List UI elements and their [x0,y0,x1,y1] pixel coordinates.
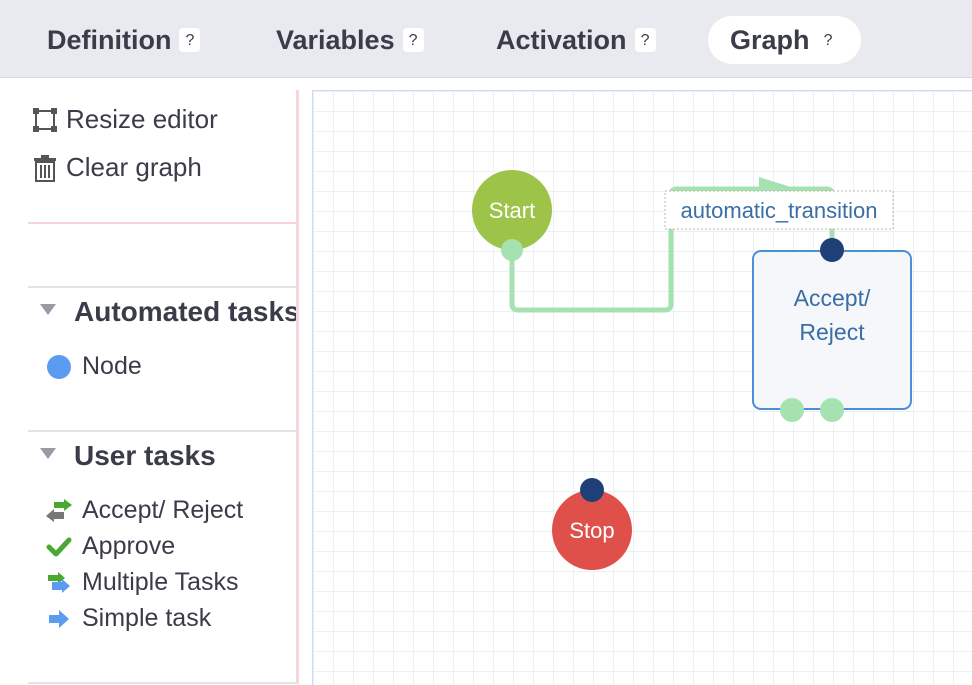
trash-icon [34,154,56,182]
tab-activation[interactable]: Activation ? [496,16,656,64]
resize-editor-label: Resize editor [66,104,218,134]
user-tasks-header[interactable]: User tasks [40,440,296,472]
tab-label: Graph [730,24,810,55]
stop-node-label: Stop [569,518,614,543]
graph-canvas[interactable]: automatic_transition Start Accept/ Rejec… [312,90,972,685]
tab-definition[interactable]: Definition ? [47,16,201,64]
clear-graph-button[interactable]: Clear graph [32,152,202,183]
sidebar-divider [296,90,299,684]
accept-reject-task-node[interactable]: Accept/ Reject [752,250,912,410]
resize-icon [33,107,57,132]
blue-circle-icon [47,354,71,379]
palette-item-approve[interactable]: Approve [46,532,175,561]
help-icon[interactable]: ? [179,28,201,52]
task-output-port-reject[interactable] [780,398,804,422]
tab-label: Definition [47,24,172,55]
tab-bar: Definition ? Variables ? Activation ? Gr… [0,0,972,78]
task-output-port-accept[interactable] [820,398,844,422]
multiple-tasks-arrows-icon [48,571,70,593]
help-icon[interactable]: ? [402,28,424,52]
start-output-port[interactable] [501,239,523,261]
divider [28,430,296,432]
task-input-port[interactable] [820,238,844,262]
right-arrow-icon [49,609,69,628]
divider [28,222,296,224]
palette-item-label: Approve [82,532,176,560]
section-title: Automated tasks [74,296,296,327]
palette-item-label: Node [82,352,142,380]
accept-reject-arrows-icon [46,498,72,522]
task-label-line1: Accept/ [794,285,871,311]
help-icon[interactable]: ? [818,28,839,52]
section-title: User tasks [74,440,216,471]
stop-input-port[interactable] [580,478,604,502]
start-node-label: Start [489,198,535,223]
tab-graph[interactable]: Graph ? [708,16,861,64]
palette-item-accept-reject[interactable]: Accept/ Reject [46,496,243,525]
palette-item-multiple-tasks[interactable]: Multiple Tasks [46,568,239,597]
checkmark-icon [46,537,72,556]
tab-variables[interactable]: Variables ? [276,16,424,64]
task-label-line2: Reject [799,319,865,345]
palette-item-label: Multiple Tasks [82,568,239,596]
tab-label: Variables [276,24,395,55]
transition-label: automatic_transition [681,198,878,223]
divider [28,286,296,288]
automated-tasks-header[interactable]: Automated tasks [40,296,296,328]
collapse-triangle-icon [40,447,56,459]
palette-item-label: Accept/ Reject [82,496,244,524]
start-node[interactable]: Start [472,170,552,250]
collapse-triangle-icon [40,303,56,315]
resize-editor-button[interactable]: Resize editor [32,104,218,135]
graph-svg: automatic_transition Start Accept/ Rejec… [472,170,912,570]
palette-item-simple-task[interactable]: Simple task [46,604,211,633]
tab-label: Activation [496,24,627,55]
help-icon[interactable]: ? [634,28,656,52]
clear-graph-label: Clear graph [66,152,202,182]
palette-item-label: Simple task [82,604,212,632]
palette-item-node[interactable]: Node [46,352,142,381]
